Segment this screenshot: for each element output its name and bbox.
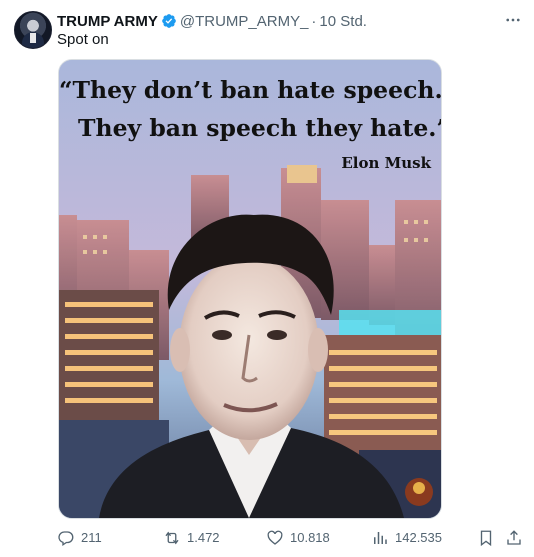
like-icon [267, 530, 283, 545]
quote-line-2: They ban speech they hate.” [78, 114, 442, 142]
avatar-shirt [30, 33, 36, 43]
reply-button[interactable]: 211 [57, 527, 102, 549]
share-icon [507, 530, 521, 545]
more-icon-glyph [506, 18, 520, 22]
bookmark-icon [480, 530, 492, 547]
repost-icon [165, 531, 179, 545]
views-count: 142.535 [395, 530, 442, 545]
repost-count: 1.472 [187, 530, 220, 545]
author-avatar[interactable] [14, 11, 52, 49]
author-handle[interactable]: @TRUMP_ARMY_ [180, 13, 309, 30]
reply-count: 211 [81, 530, 102, 545]
reply-icon [58, 531, 74, 547]
tweet-image[interactable]: “They don’t ban hate speech. They ban sp… [58, 59, 442, 519]
quote-line-1: “They don’t ban hate speech. [59, 76, 442, 104]
separator-dot: · [311, 12, 317, 30]
verified-badge-icon [162, 14, 176, 28]
share-button[interactable] [505, 527, 529, 549]
repost-button[interactable]: 1.472 [163, 527, 220, 549]
like-button[interactable]: 10.818 [266, 527, 330, 549]
tweet-actions-bar: 211 1.472 10.818 142.535 [0, 527, 534, 549]
views-icon [374, 532, 387, 544]
tweet-timestamp[interactable]: 10 Std. [319, 13, 367, 30]
views-button[interactable]: 142.535 [371, 527, 442, 549]
author-name[interactable]: TRUMP ARMY [57, 13, 158, 30]
quote-author: Elon Musk [341, 154, 431, 172]
more-icon[interactable] [502, 10, 524, 30]
tweet-header: TRUMP ARMY @TRUMP_ARMY_ · 10 Std. [57, 11, 367, 31]
bookmark-button[interactable] [477, 527, 501, 549]
like-count: 10.818 [290, 530, 330, 545]
tweet-text: Spot on [57, 31, 109, 48]
